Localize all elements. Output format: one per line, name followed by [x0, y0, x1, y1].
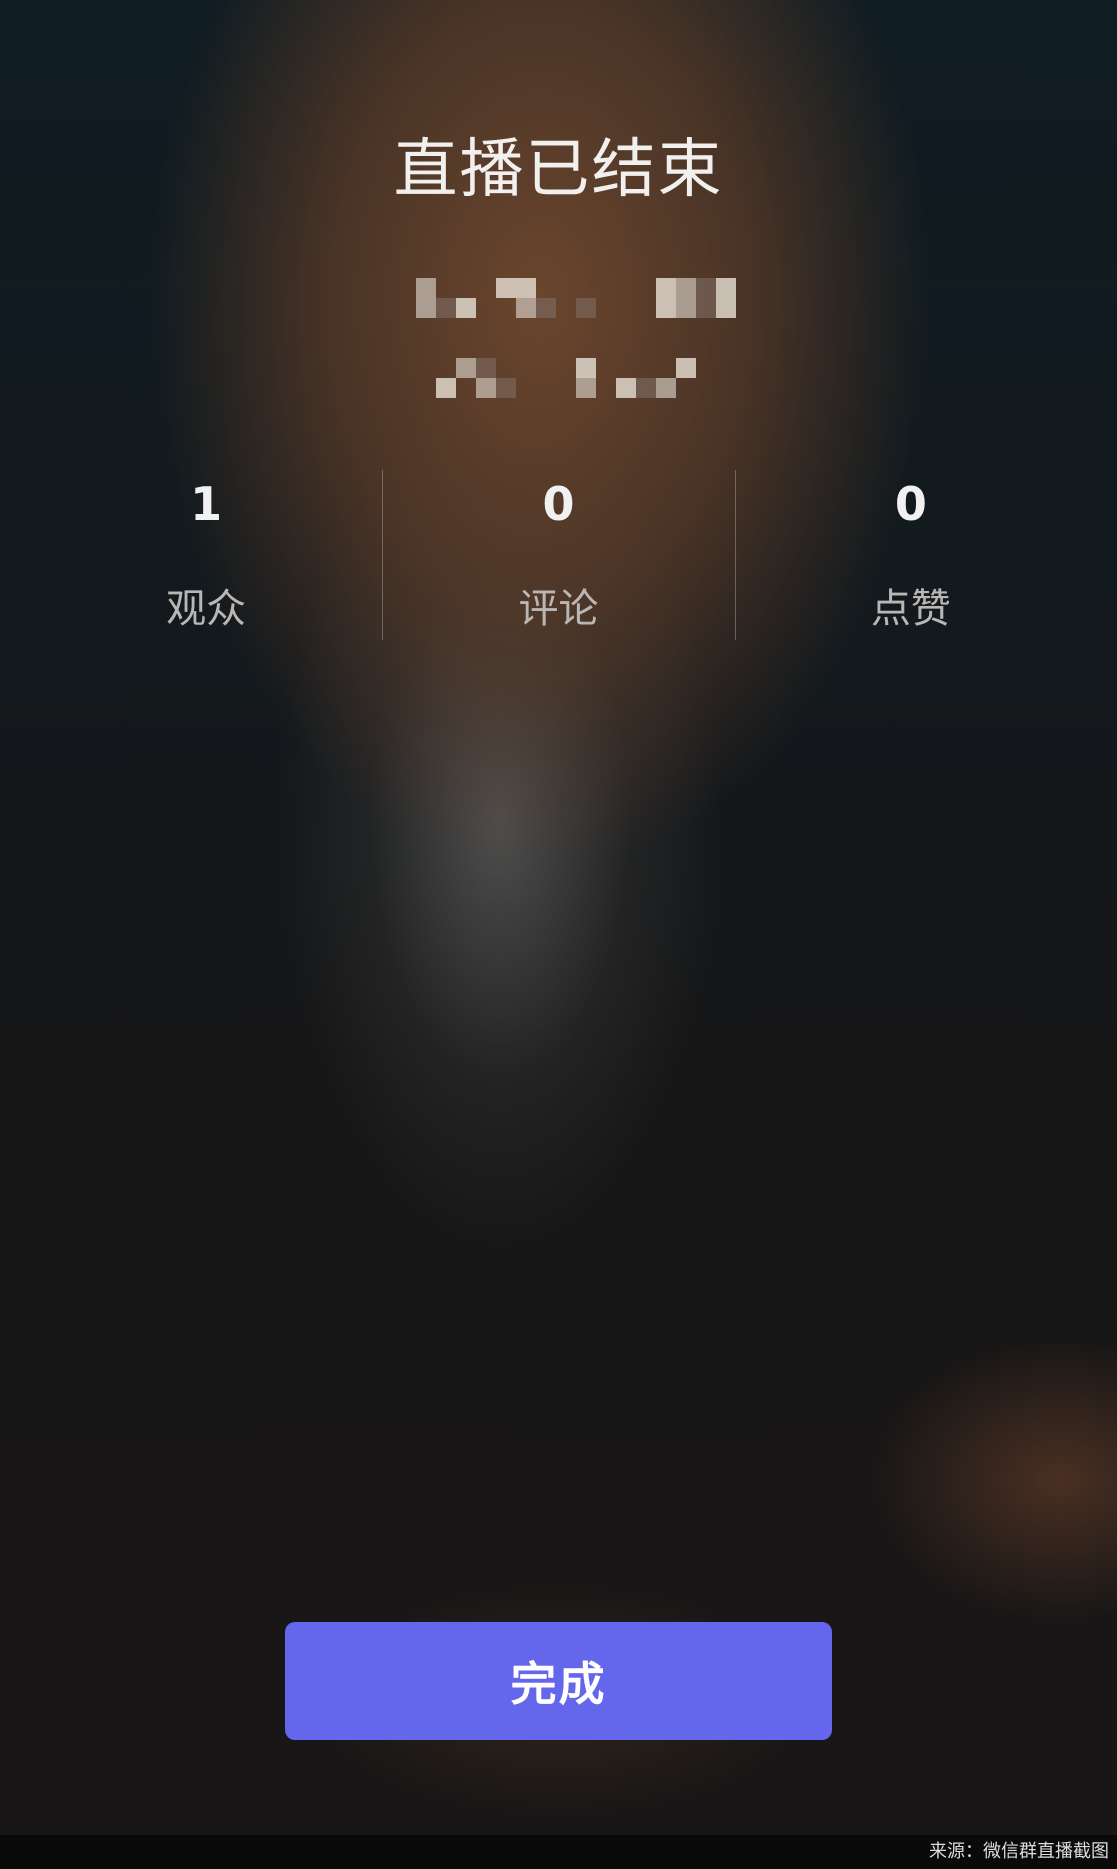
done-button[interactable]: 完成 — [285, 1622, 832, 1740]
stats-divider — [382, 470, 383, 640]
viewers-count: 1 — [190, 477, 223, 531]
stat-viewers: 1 观众 — [30, 470, 382, 640]
stat-comments: 0 评论 — [382, 470, 734, 640]
comments-label: 评论 — [518, 586, 599, 632]
stats-row: 1 观众 0 评论 0 点赞 — [30, 470, 1087, 640]
page-title: 直播已结束 — [393, 133, 724, 207]
viewers-label: 观众 — [166, 586, 247, 632]
likes-label: 点赞 — [870, 586, 951, 632]
live-ended-screen: 直播已结束 1 观众 0 评论 0 点赞 完成 来源：微信群直播截图 — [0, 0, 1117, 1869]
blurred-background — [0, 0, 1117, 1869]
likes-count: 0 — [894, 477, 927, 531]
comments-count: 0 — [542, 477, 575, 531]
stats-divider — [735, 470, 736, 640]
stat-likes: 0 点赞 — [735, 470, 1087, 640]
source-caption: 来源：微信群直播截图 — [929, 1841, 1109, 1862]
